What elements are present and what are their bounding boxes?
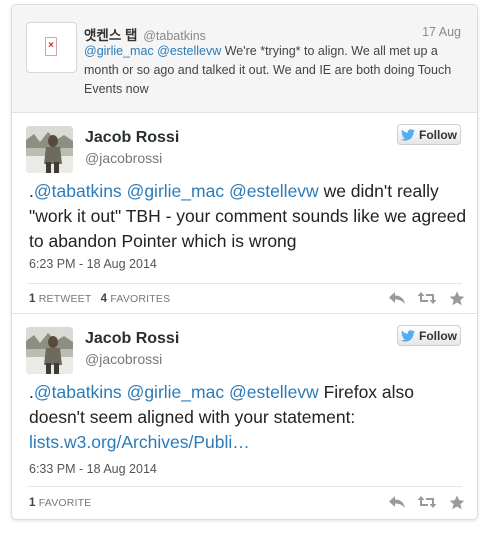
mention-link[interactable]: @girlie_mac	[127, 181, 225, 201]
mention-link[interactable]: @estellevw	[157, 44, 221, 58]
favorite-label[interactable]: FAVORITES	[110, 293, 170, 305]
favorite-count[interactable]: 1	[29, 497, 36, 509]
tweet: Jacob Rossi @jacobrossi Follow .@tabatki…	[12, 314, 477, 519]
tweet-text: .@tabatkins @girlie_mac @estellevw Firef…	[29, 380, 469, 455]
twitter-bird-icon	[401, 128, 415, 141]
broken-image-icon: ×	[45, 37, 57, 56]
author-handle[interactable]: @jacobrossi	[85, 351, 162, 367]
mention-link[interactable]: @girlie_mac	[127, 382, 225, 402]
parent-avatar[interactable]: ×	[26, 22, 77, 73]
embedded-tweet-conversation: × 앳켄스 탭 @tabatkins 17 Aug @girlie_mac @e…	[11, 4, 478, 520]
mention-link[interactable]: @estellevw	[229, 382, 319, 402]
url-link[interactable]: lists.w3.org/Archives/Publi…	[29, 432, 250, 452]
tweet-actions	[387, 290, 467, 306]
retweet-count[interactable]: 1	[29, 293, 36, 305]
divider	[27, 283, 462, 284]
retweet-label[interactable]: RETWEET	[39, 293, 92, 305]
twitter-bird-icon	[401, 329, 415, 342]
follow-button[interactable]: Follow	[397, 325, 461, 346]
parent-display-name[interactable]: 앳켄스 탭	[84, 28, 137, 43]
parent-tweet[interactable]: × 앳켄스 탭 @tabatkins 17 Aug @girlie_mac @e…	[12, 5, 477, 113]
retweet-icon[interactable]	[417, 494, 437, 510]
follow-label: Follow	[419, 328, 457, 343]
favorite-star-icon[interactable]	[447, 290, 467, 306]
author-name[interactable]: Jacob Rossi	[85, 129, 179, 147]
tweet-text: .@tabatkins @girlie_mac @estellevw we di…	[29, 179, 469, 254]
avatar[interactable]	[26, 327, 73, 374]
mention-link[interactable]: @tabatkins	[34, 382, 122, 402]
tweet-actions	[387, 494, 467, 510]
tweet-stats: 1 RETWEET 4 FAVORITES	[29, 293, 170, 305]
follow-button[interactable]: Follow	[397, 124, 461, 145]
mention-link[interactable]: @girlie_mac	[84, 44, 154, 58]
parent-handle[interactable]: @tabatkins	[143, 29, 206, 43]
mention-link[interactable]: @tabatkins	[34, 181, 122, 201]
favorite-count[interactable]: 4	[101, 293, 108, 305]
favorite-star-icon[interactable]	[447, 494, 467, 510]
author-name[interactable]: Jacob Rossi	[85, 330, 179, 348]
tweet-timestamp[interactable]: 6:23 PM - 18 Aug 2014	[29, 257, 157, 271]
retweet-icon[interactable]	[417, 290, 437, 306]
author-handle[interactable]: @jacobrossi	[85, 150, 162, 166]
parent-tweet-text: @girlie_mac @estellevw We're *trying* to…	[84, 42, 464, 99]
parent-date[interactable]: 17 Aug	[422, 25, 461, 39]
reply-icon[interactable]	[387, 290, 407, 306]
mention-link[interactable]: @estellevw	[229, 181, 319, 201]
reply-icon[interactable]	[387, 494, 407, 510]
favorite-label[interactable]: FAVORITE	[39, 497, 92, 509]
tweet-stats: 1 FAVORITE	[29, 497, 91, 509]
tweet-timestamp[interactable]: 6:33 PM - 18 Aug 2014	[29, 462, 157, 476]
divider	[27, 486, 462, 487]
tweet: Jacob Rossi @jacobrossi Follow .@tabatki…	[12, 113, 477, 314]
avatar[interactable]	[26, 126, 73, 173]
follow-label: Follow	[419, 127, 457, 142]
